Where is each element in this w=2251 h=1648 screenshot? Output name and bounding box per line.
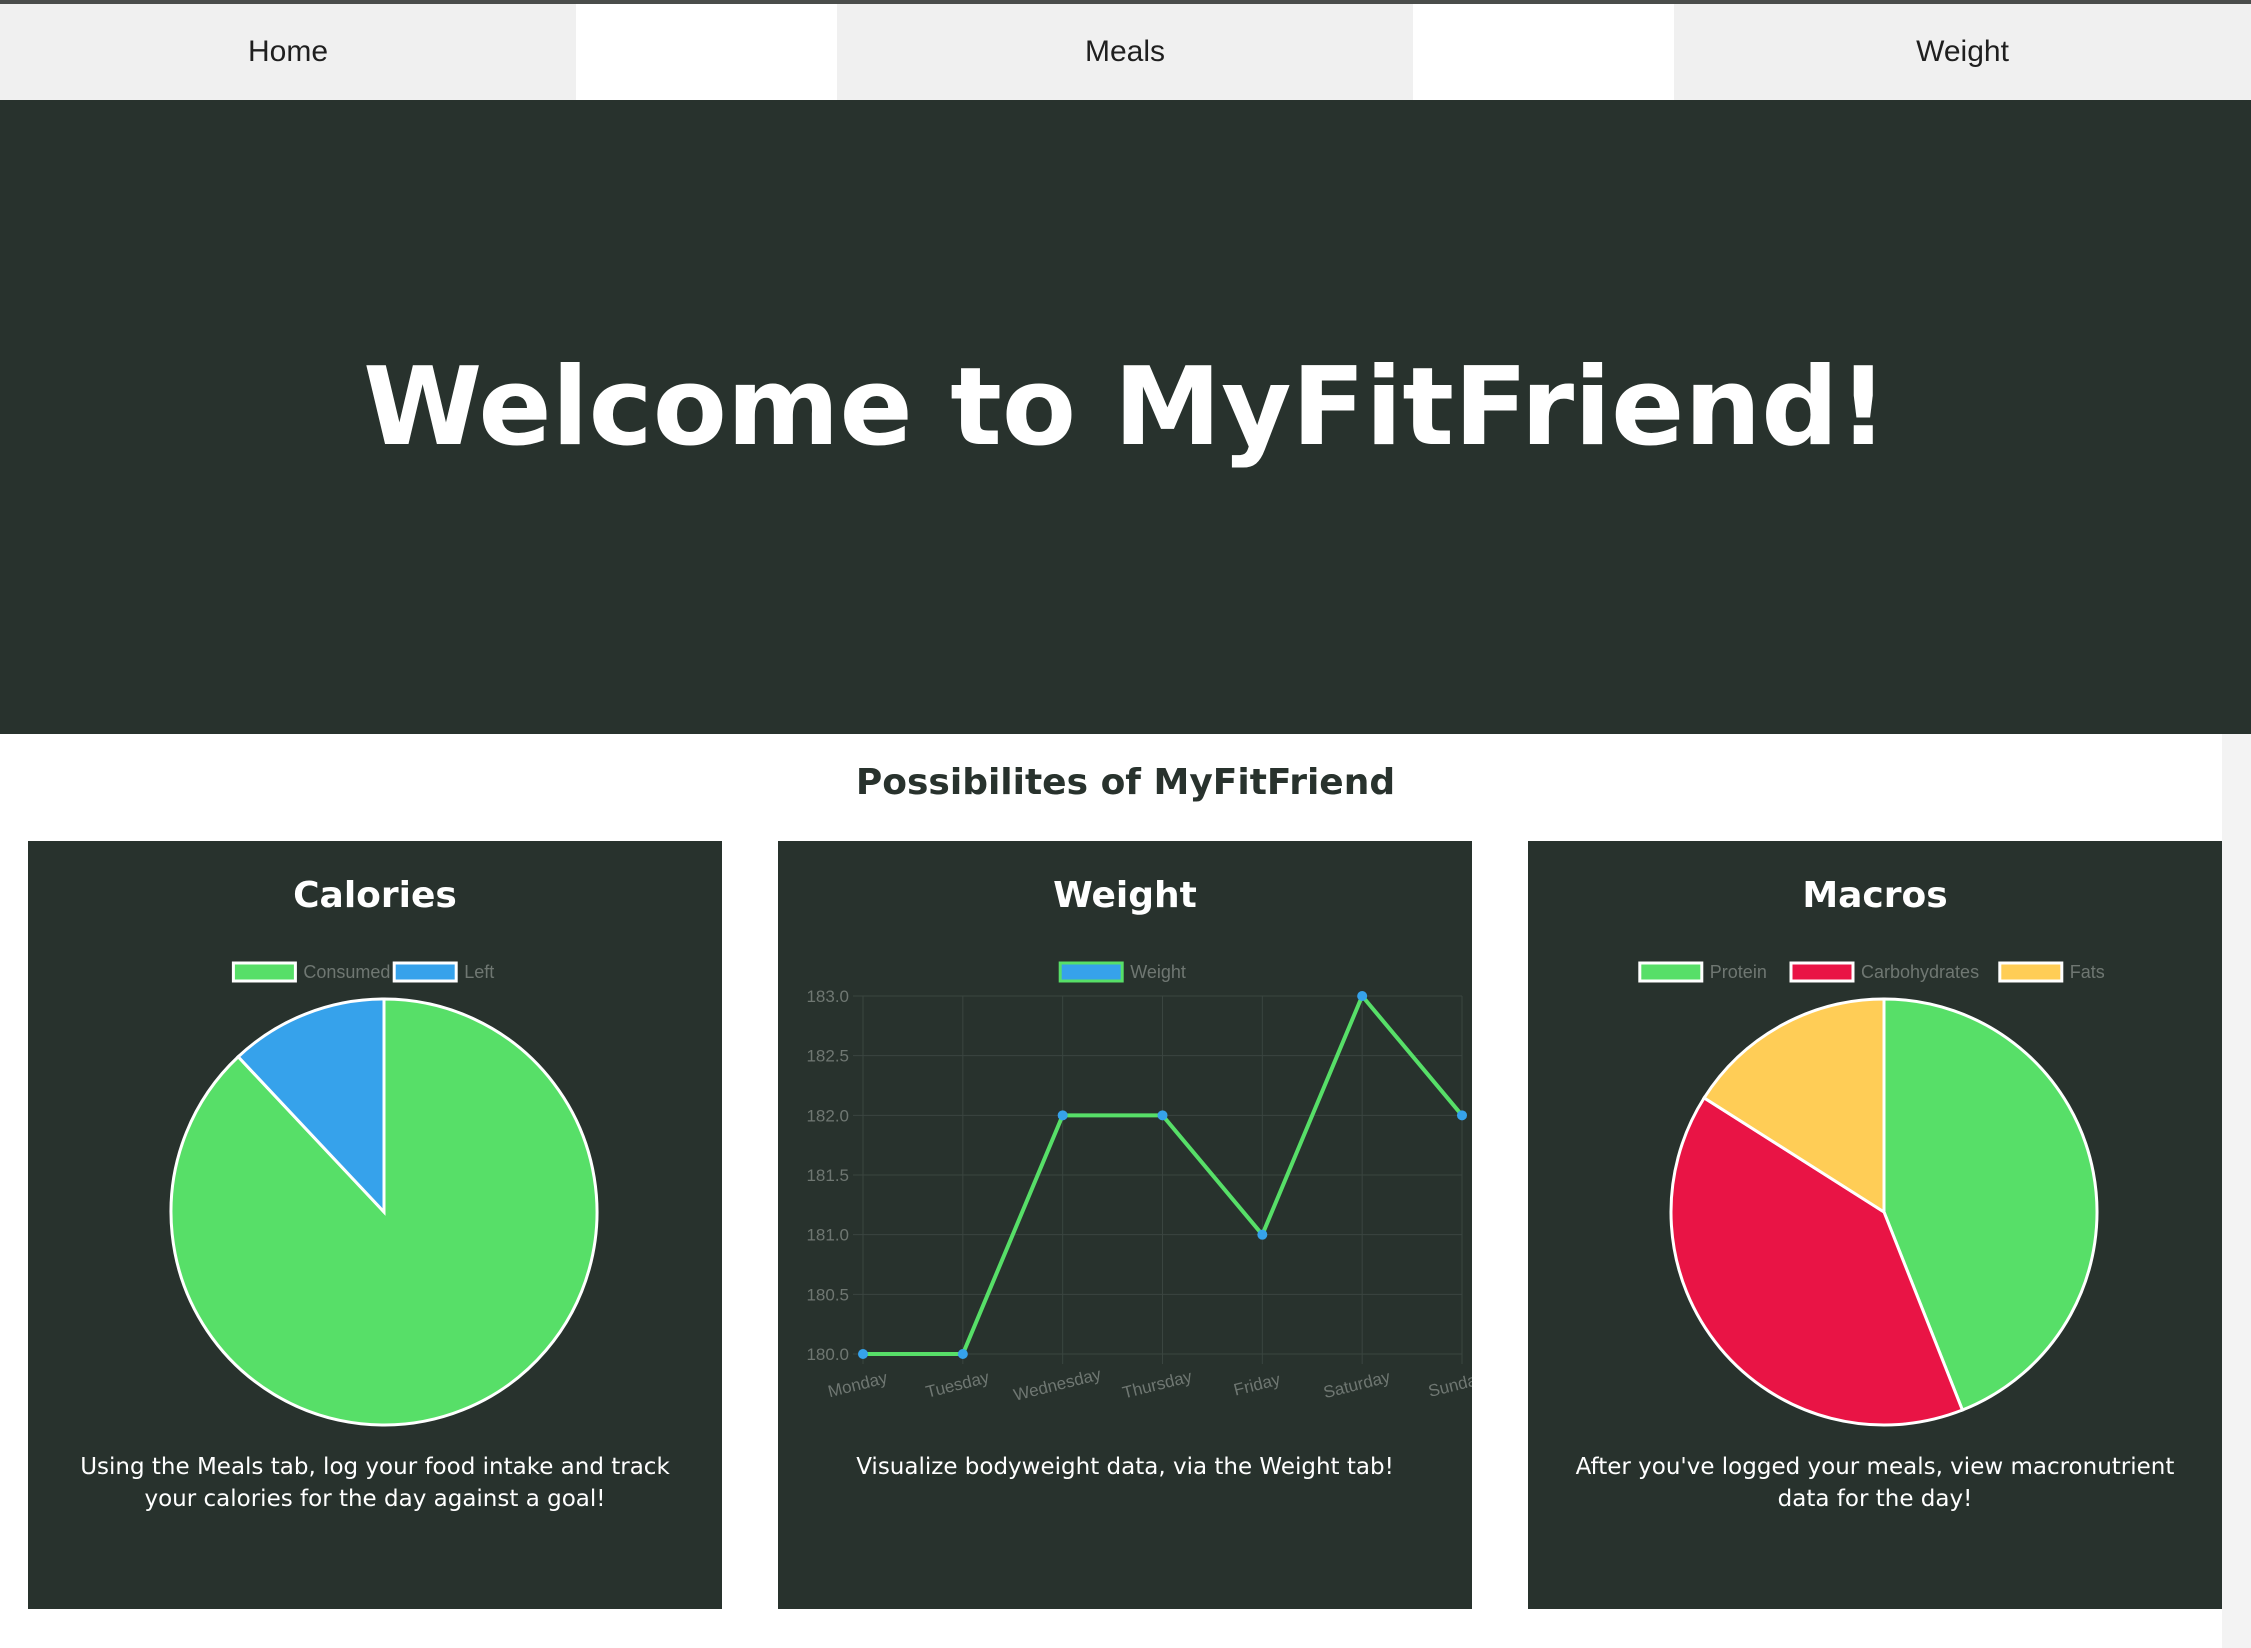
weight-card: Weight Weight 183.0 182.5 182.0 181.5 181.0 18…: [778, 841, 1472, 1609]
legend-swatch-consumed: [231, 961, 297, 983]
data-point-tuesday: [957, 1349, 968, 1359]
legend-label-consumed: Consumed: [303, 962, 390, 982]
x-tick-label-tuesday: Tuesday: [924, 1368, 992, 1402]
x-tick-label-wednesday: Wednesday: [1012, 1365, 1104, 1405]
legend-label-fats: Fats: [2070, 962, 2105, 982]
data-point-thursday: [1157, 1110, 1168, 1121]
calories-card-description: Using the Meals tab, log your food intak…: [80, 1454, 670, 1512]
data-point-monday: [858, 1349, 868, 1359]
calories-card: Calories Consumed Left Using the Meals ta…: [28, 841, 722, 1609]
x-tick-label-monday: Monday: [826, 1368, 890, 1401]
top-nav: Home Meals Weight: [0, 4, 2251, 100]
weight-line-chart: Weight 183.0 182.5 182.0 181.5 181.0 180.5 180.…: [806, 961, 1472, 1405]
y-tick-label: 182.5: [806, 1047, 849, 1066]
nav-tab-weight[interactable]: Weight: [1674, 4, 2251, 100]
data-point-saturday: [1357, 991, 1368, 1001]
section-title: Possibilites of MyFitFriend: [855, 762, 1396, 803]
x-tick-label-friday: Friday: [1232, 1370, 1283, 1400]
macros-pie-chart: Protein Carbohydrates Fats: [1638, 961, 2105, 1427]
legend-label-protein: Protein: [1710, 962, 1767, 982]
nav-tab-meals[interactable]: Meals: [837, 4, 1413, 100]
y-tick-label: 181.0: [806, 1226, 849, 1245]
legend-label-weight: Weight: [1130, 962, 1186, 982]
hero-title: Welcome to MyFitFriend!: [363, 344, 1888, 470]
weight-card-description: Visualize bodyweight data, via the Weigh…: [856, 1454, 1394, 1480]
legend-swatch-carbohydrates: [1789, 961, 1855, 983]
y-tick-label: 180.5: [806, 1285, 849, 1304]
x-tick-label-thursday: Thursday: [1120, 1367, 1194, 1403]
legend-swatch-left: [392, 961, 458, 983]
calories-pie-chart: Consumed Left: [169, 961, 599, 1427]
legend-swatch-fats: [1998, 961, 2064, 983]
legend-label-left: Left: [464, 962, 494, 982]
legend-swatch-weight: [1058, 961, 1124, 983]
y-tick-label: 183.0: [806, 987, 849, 1006]
hero-banner: Welcome to MyFitFriend!: [0, 100, 2251, 734]
legend-swatch-protein: [1638, 961, 1704, 983]
nav-tab-home[interactable]: Home: [0, 4, 576, 100]
page-scroll-edge: [2222, 734, 2251, 1648]
nav-spacer: [576, 4, 837, 100]
nav-spacer: [1413, 4, 1674, 100]
data-point-wednesday: [1057, 1110, 1068, 1121]
y-tick-label: 182.0: [806, 1106, 849, 1125]
x-tick-label-saturday: Saturday: [1322, 1367, 1393, 1402]
y-tick-label: 181.5: [806, 1166, 849, 1185]
data-point-sunday: [1457, 1110, 1467, 1121]
y-tick-label: 180.0: [806, 1345, 849, 1364]
data-point-friday: [1257, 1229, 1268, 1240]
macros-card: Macros Protein Carbohydrates Fats After yo…: [1528, 841, 2222, 1609]
x-tick-label-sunday: Sunday: [1426, 1368, 1472, 1401]
legend-label-carbohydrates: Carbohydrates: [1861, 962, 1979, 982]
macros-card-description: After you've logged your meals, view mac…: [1575, 1454, 2175, 1512]
